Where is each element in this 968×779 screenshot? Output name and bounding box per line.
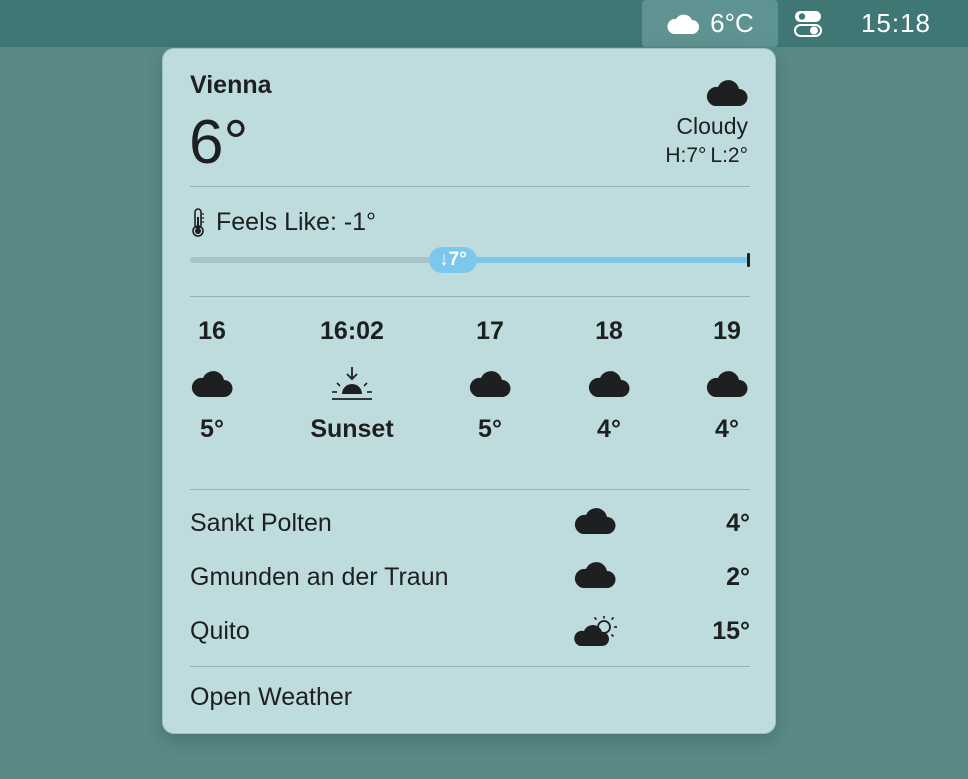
partly-sunny-icon [574, 615, 622, 652]
low-temp: L:2° [710, 144, 748, 167]
hour-temp: 5° [200, 415, 224, 443]
hour-label: 16:02 [320, 317, 384, 345]
location-row[interactable]: Sankt Polten 4° [190, 505, 750, 545]
feels-like-label: Feels Like: -1° [216, 207, 377, 236]
current-temperature: 6° [189, 108, 249, 177]
menubar-clock[interactable]: 15:18 [846, 0, 946, 47]
hour-temp: 5° [478, 415, 502, 443]
menubar-weather-item[interactable]: 6°C [642, 0, 778, 47]
menubar-weather-temp: 6°C [710, 8, 754, 38]
divider [190, 666, 750, 667]
thermometer-icon [192, 208, 204, 237]
cloud-icon [574, 507, 616, 540]
cloud-icon [574, 561, 616, 594]
cloud-icon [588, 353, 630, 415]
location-name: Sankt Polten [190, 509, 332, 537]
hour-label: 19 [713, 317, 741, 345]
high-low: H:7° L:2° [661, 144, 748, 168]
location-row[interactable]: Gmunden an der Traun 2° [190, 559, 750, 599]
divider [190, 186, 750, 187]
hour-label: 18 [595, 317, 623, 345]
feels-like-indicator: ↓7° [429, 247, 477, 273]
cloud-icon [706, 79, 748, 112]
hour-temp: 4° [597, 415, 621, 443]
hour-label: 16 [198, 317, 226, 345]
location-name: Quito [190, 617, 250, 645]
current-city: Vienna [190, 71, 272, 99]
open-weather-link[interactable]: Open Weather [190, 683, 352, 712]
location-name: Gmunden an der Traun [190, 563, 449, 591]
hourly-item: 18 4° [554, 317, 664, 449]
feels-like-marker [747, 253, 750, 267]
location-row[interactable]: Quito 15° [190, 613, 750, 653]
location-temp: 2° [726, 563, 750, 591]
current-condition: Cloudy [676, 113, 748, 139]
high-temp: H:7° [665, 144, 707, 167]
divider [190, 489, 750, 490]
cloud-icon [469, 353, 511, 415]
hour-label: 17 [476, 317, 504, 345]
hourly-item: 19 4° [672, 317, 782, 449]
weather-panel: Vienna 6° Cloudy H:7° L:2° Feels Like: -1… [162, 48, 776, 734]
hour-temp: Sunset [310, 415, 394, 443]
location-temp: 15° [712, 617, 750, 645]
hourly-item: 17 5° [435, 317, 545, 449]
divider [190, 296, 750, 297]
hour-temp: 4° [715, 415, 739, 443]
location-temp: 4° [726, 509, 750, 537]
cloud-icon [706, 353, 748, 415]
cloud-icon [667, 14, 700, 34]
menu-bar: 6°C 15:18 [0, 0, 968, 47]
cloud-icon [191, 353, 233, 415]
control-center-icon[interactable] [790, 8, 826, 40]
sunset-icon [330, 353, 374, 415]
hourly-item: 16:02 Sunset [297, 317, 407, 449]
hourly-item: 16 5° [157, 317, 267, 449]
feels-like-fill [430, 257, 748, 263]
feels-like-row: Feels Like: -1° [190, 207, 376, 237]
